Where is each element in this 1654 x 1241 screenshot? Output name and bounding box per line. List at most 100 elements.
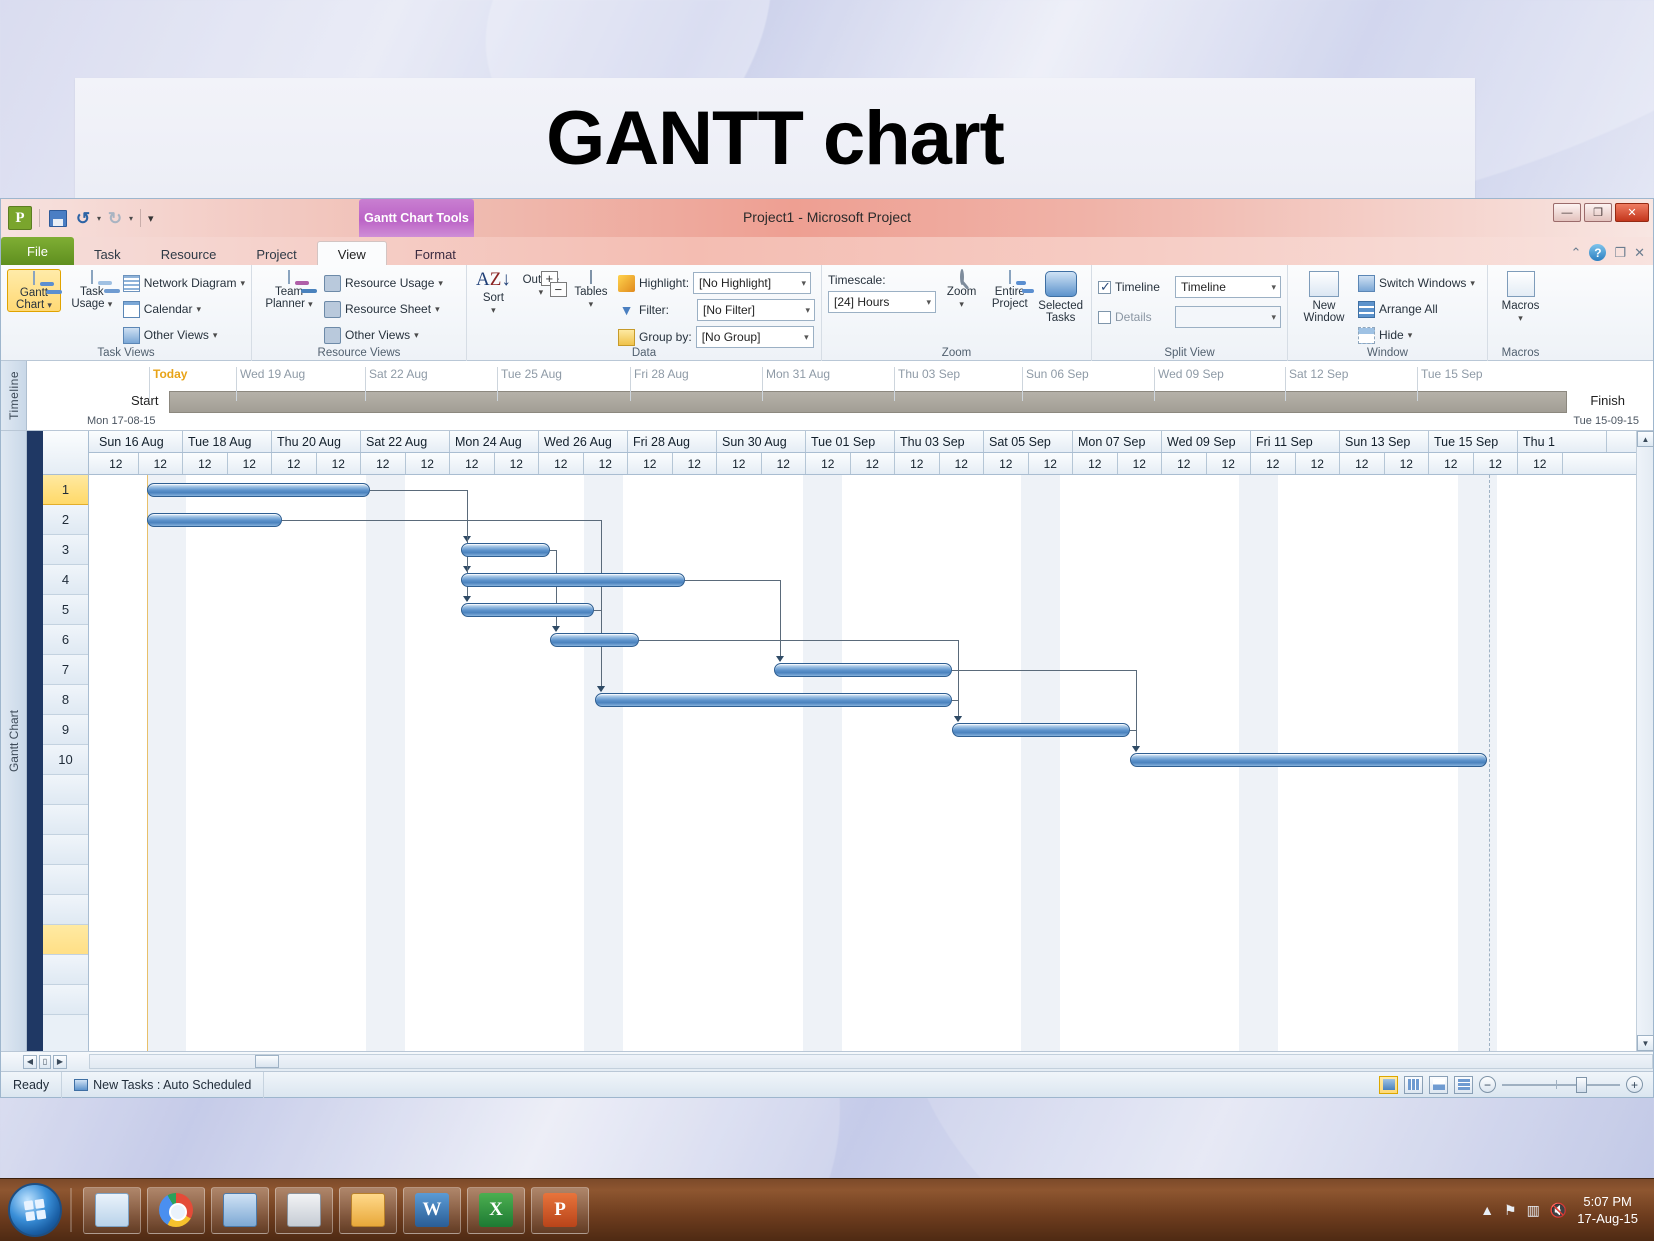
taskbar-item-powerpoint[interactable]: P (531, 1186, 589, 1234)
chevron-down-icon[interactable]: ▾ (589, 298, 594, 310)
task-id-cell[interactable]: 7 (43, 655, 88, 685)
chevron-down-icon[interactable]: ▾ (414, 330, 419, 341)
zoom-out-button[interactable]: − (1479, 1076, 1496, 1093)
restore-button[interactable]: ❐ (1584, 203, 1612, 222)
resource-usage-button[interactable]: Resource Usage ▾ (324, 271, 443, 295)
task-usage-view-icon[interactable] (1404, 1075, 1423, 1094)
entire-project-button[interactable]: Entire Project (987, 269, 1034, 310)
empty-task-row[interactable] (43, 895, 88, 925)
chevron-down-icon[interactable]: ▾ (491, 304, 496, 316)
chevron-down-icon[interactable]: ▾ (196, 304, 201, 315)
resource-sheet-view-icon[interactable] (1454, 1075, 1473, 1094)
timeline-vertical-label[interactable]: Timeline (1, 361, 27, 430)
zoom-in-button[interactable]: + (1626, 1076, 1643, 1093)
start-button[interactable] (8, 1183, 62, 1237)
taskbar-item-explorer[interactable] (83, 1186, 141, 1234)
chevron-down-icon[interactable]: ▾ (213, 330, 218, 341)
new-window-button[interactable]: New Window (1294, 269, 1354, 324)
zoom-slider-thumb[interactable] (1576, 1076, 1587, 1093)
group-by-dropdown[interactable]: [No Group] ▾ (695, 326, 814, 348)
gantt-horizontal-scrollbar[interactable]: ◀ ▯ ▶ (1, 1051, 1653, 1071)
other-views-button-task[interactable]: Other Views ▾ (122, 323, 245, 347)
taskbar-item-word[interactable]: W (403, 1186, 461, 1234)
team-planner-button[interactable]: Team Planner ▾ (258, 269, 320, 310)
chevron-down-icon[interactable]: ▾ (1408, 330, 1413, 341)
empty-task-row[interactable] (43, 805, 88, 835)
network-diagram-button[interactable]: Network Diagram ▾ (122, 271, 245, 295)
chevron-down-icon[interactable]: ▾ (1470, 278, 1475, 289)
volume-muted-icon[interactable]: 🔇 (1550, 1202, 1567, 1219)
switch-windows-button[interactable]: Switch Windows ▾ (1358, 271, 1475, 295)
highlight-dropdown[interactable]: [No Highlight] ▾ (693, 272, 812, 294)
scroll-up-icon[interactable]: ▲ (1637, 431, 1654, 447)
task-id-cell[interactable]: 10 (43, 745, 88, 775)
gantt-task-bar[interactable] (461, 573, 685, 587)
minimize-button[interactable]: — (1553, 203, 1581, 222)
filter-dropdown[interactable]: [No Filter] ▾ (697, 299, 815, 321)
sort-button[interactable]: AZ↓ Sort ▾ (473, 269, 514, 316)
gantt-chart-view-button[interactable]: Gantt Chart ▾ (7, 269, 62, 312)
taskbar-item-calculator[interactable] (275, 1186, 333, 1234)
arrange-all-button[interactable]: Arrange All (1358, 297, 1475, 321)
zoom-button[interactable]: Zoom ▾ (940, 269, 983, 310)
selected-tasks-button[interactable]: Selected Tasks (1036, 269, 1085, 324)
scroll-right-icon[interactable]: ▶ (53, 1054, 67, 1069)
status-new-tasks[interactable]: New Tasks : Auto Scheduled (62, 1071, 265, 1098)
calendar-view-button[interactable]: Calendar ▾ (122, 297, 245, 321)
chevron-down-icon[interactable]: ▾ (435, 304, 440, 315)
close-button[interactable]: ✕ (1615, 203, 1649, 222)
tab-project[interactable]: Project (236, 241, 316, 267)
gantt-task-bar[interactable] (1130, 753, 1487, 767)
chevron-down-icon[interactable]: ▾ (308, 299, 313, 309)
resource-sheet-button[interactable]: Resource Sheet ▾ (324, 297, 443, 321)
scroll-left-icon[interactable]: ◀ (23, 1054, 37, 1069)
chevron-down-icon[interactable]: ▾ (47, 300, 52, 310)
zoom-slider[interactable] (1502, 1076, 1620, 1093)
chevron-down-icon[interactable]: ▾ (240, 278, 245, 289)
empty-task-row[interactable] (43, 835, 88, 865)
timeline-dropdown[interactable]: Timeline ▾ (1175, 276, 1281, 298)
details-dropdown[interactable]: ▾ (1175, 306, 1281, 328)
gantt-task-bar[interactable] (774, 663, 952, 677)
gantt-task-bar[interactable] (550, 633, 639, 647)
tab-task[interactable]: Task (74, 241, 141, 267)
empty-task-row[interactable] (43, 925, 88, 955)
clock[interactable]: 5:07 PM 17-Aug-15 (1577, 1193, 1642, 1227)
gantt-task-bar[interactable] (595, 693, 952, 707)
chevron-down-icon[interactable]: ▾ (438, 278, 443, 289)
task-id-cell[interactable]: 8 (43, 685, 88, 715)
empty-task-row[interactable] (43, 985, 88, 1015)
restore-window-icon[interactable]: ❐ (1614, 245, 1626, 261)
show-hidden-icons-icon[interactable]: ▲ (1480, 1202, 1494, 1218)
task-id-cell[interactable]: 1 (43, 475, 88, 505)
split-handle-icon[interactable]: ▯ (39, 1054, 51, 1069)
empty-task-row[interactable] (43, 955, 88, 985)
gantt-task-bar[interactable] (147, 483, 370, 497)
help-icon[interactable]: ? (1589, 244, 1607, 261)
timeline-body[interactable]: Start Finish Mon 17-08-15 Tue 15-09-15 T… (27, 361, 1653, 430)
outline-button[interactable]: +− Outline ▾ (518, 269, 567, 298)
task-id-cell[interactable]: 2 (43, 505, 88, 535)
task-id-cell[interactable]: 3 (43, 535, 88, 565)
scroll-down-icon[interactable]: ▼ (1637, 1035, 1654, 1051)
other-views-button-resource[interactable]: Other Views ▾ (324, 323, 443, 347)
empty-task-row[interactable] (43, 775, 88, 805)
timeline-project-bar[interactable] (169, 391, 1567, 413)
action-center-flag-icon[interactable]: ⚑ (1504, 1202, 1517, 1219)
chevron-down-icon[interactable]: ▾ (959, 298, 964, 310)
chevron-down-icon[interactable]: ▾ (1271, 282, 1276, 293)
empty-task-row[interactable] (43, 865, 88, 895)
hide-button[interactable]: Hide ▾ (1358, 323, 1475, 347)
gantt-vertical-scrollbar[interactable]: ▲ ▼ (1636, 431, 1654, 1051)
gantt-vertical-label[interactable]: Gantt Chart (1, 431, 27, 1051)
chevron-down-icon[interactable]: ▾ (926, 297, 931, 308)
macros-button[interactable]: Macros ▾ (1494, 269, 1547, 324)
gantt-chart-view-icon[interactable] (1379, 1075, 1398, 1094)
tab-resource[interactable]: Resource (141, 241, 237, 267)
chevron-down-icon[interactable]: ▾ (805, 305, 810, 316)
task-id-cell[interactable]: 6 (43, 625, 88, 655)
gantt-task-bar[interactable] (952, 723, 1130, 737)
chevron-down-icon[interactable]: ▾ (1271, 312, 1276, 323)
gantt-task-bar[interactable] (147, 513, 282, 527)
chevron-down-icon[interactable]: ▾ (1518, 312, 1523, 324)
